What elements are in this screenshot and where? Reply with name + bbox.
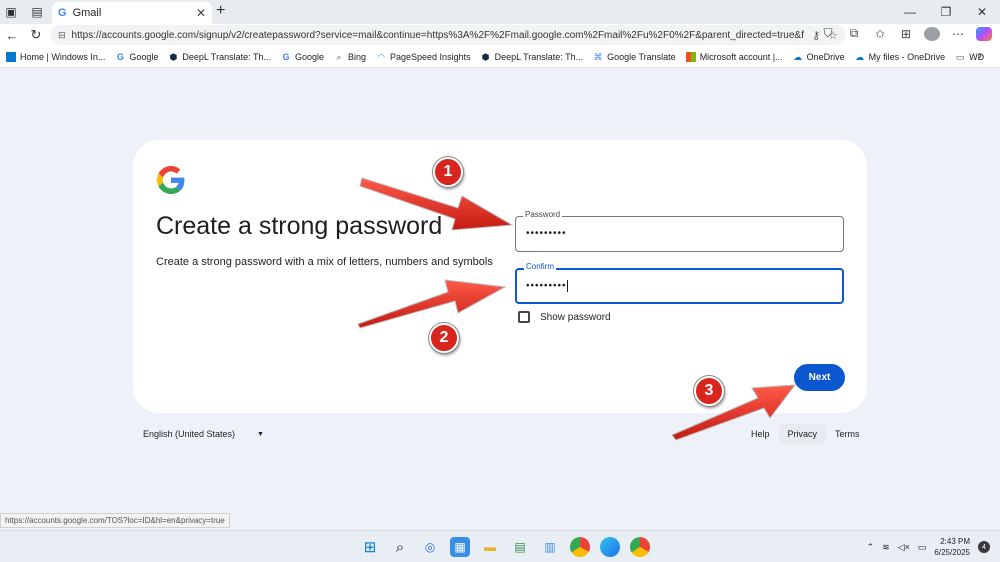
show-password-label: Show password [540,311,611,323]
password-field[interactable]: Password ••••••••• [515,210,844,252]
cloud-icon: ☁ [793,51,803,62]
system-tray: ⌃ ≋ ◁× ▭ 2:43 PM 6/25/2025 4 [867,536,990,558]
bookmark-item[interactable]: Microsoft account |... [685,51,783,62]
bookmark-item[interactable]: ☁ My files - OneDrive [855,51,945,62]
shield-icon[interactable]: ⛉ [820,26,836,41]
bookmark-item[interactable]: ☁ OneDrive [793,52,845,62]
maximize-icon[interactable]: ❐ [928,0,964,24]
bookmark-item[interactable]: ◠ PageSpeed Insights [376,52,471,62]
step-2-badge: 2 [429,323,459,353]
confirm-label: Confirm [524,262,557,271]
clock-time: 2:43 PM [940,537,970,546]
bookmark-item[interactable]: G Google [115,51,159,62]
edge-icon[interactable] [600,537,620,557]
bookmark-item[interactable]: G Google [281,52,324,62]
google-logo-icon [157,166,185,194]
confirm-value: ••••••••• [526,280,568,292]
back-icon[interactable]: ← [0,28,24,43]
chevron-right-icon[interactable]: › [978,50,982,62]
close-window-icon[interactable]: ✕ [964,0,1000,24]
password-label: Password [523,210,563,219]
status-bar-url: https://accounts.google.com/TOS?loc=ID&h… [0,513,230,528]
search-icon: ⌕ [336,51,342,62]
notepad-icon[interactable]: ▥ [540,537,560,557]
bookmarks-bar: Home | Windows In... G Google ⬢ DeepL Tran… [0,46,1000,68]
bookmark-item[interactable]: ⬢ DeepL Translate: Th... [481,52,584,62]
photos-icon[interactable]: ▦ [450,537,470,557]
taskbar: ⊞ ⌕ ◎ ▦ ▬ ▤ ▥ ⌃ ≋ ◁× ▭ 2:43 PM 6/25/2025… [0,530,1000,562]
page-title: Create a strong password [156,212,443,240]
chrome-icon[interactable] [630,537,650,557]
google-icon: G [116,51,124,62]
minimize-icon[interactable]: — [892,0,928,24]
language-label: English (United States) [143,429,236,439]
caret-down-icon: ▼ [257,431,264,438]
google-icon: G [282,51,290,62]
tab-title: Gmail [72,7,102,19]
url-text: https://accounts.google.com/signup/v2/cr… [71,29,805,41]
copilot-app-icon[interactable]: ◎ [420,537,440,557]
window-controls: — ❐ ✕ [892,0,1000,24]
tab-gmail[interactable]: G Gmail ✕ [52,2,212,24]
folder-icon: ▭ [955,51,965,62]
deepl-icon: ⬢ [481,51,490,62]
chevron-up-icon[interactable]: ⌃ [867,542,875,553]
show-password-checkbox[interactable] [518,311,530,323]
address-row: ← ↻ ⊟ https://accounts.google.com/signup… [0,24,1000,46]
cloud-icon: ☁ [855,51,865,62]
bookmark-item[interactable]: ⌕ Bing [334,52,366,62]
battery-icon[interactable]: ▭ [918,542,927,553]
start-icon[interactable]: ⊞ [360,537,380,557]
new-tab-button[interactable]: + [216,2,225,20]
page-subtitle: Create a strong password with a mix of l… [156,256,493,268]
profile-avatar[interactable] [924,26,940,41]
reload-icon[interactable]: ↻ [24,27,48,43]
extensions-icon[interactable]: ⧉ [846,26,862,41]
close-tab-icon[interactable]: ✕ [196,6,206,20]
site-info-icon[interactable]: ⊟ [58,30,66,41]
file-explorer-icon[interactable]: ▬ [480,537,500,557]
browser-titlebar: ▣ ▤ G Gmail ✕ + — ❐ ✕ [0,0,1000,24]
clock-date: 6/25/2025 [934,548,970,557]
wifi-icon[interactable]: ≋ [882,542,890,553]
google-icon: G [58,7,67,19]
collections-icon[interactable]: ⊞ [898,27,914,41]
copilot-icon[interactable] [976,26,992,41]
bookmark-item[interactable]: ⌘ Google Translate [593,52,676,62]
footer-links: Help Privacy Terms [742,424,869,444]
bookmark-item[interactable]: ⬢ DeepL Translate: Th... [168,52,271,62]
help-link[interactable]: Help [742,424,779,444]
text-caret [566,280,568,292]
show-password-toggle[interactable]: Show password [518,311,611,323]
translate-icon: ⌘ [593,51,603,62]
password-value: ••••••••• [526,228,567,239]
workspaces-icon[interactable]: ▣ [0,1,22,23]
more-menu-icon[interactable]: ⋯ [950,27,966,41]
terms-link[interactable]: Terms [826,424,869,444]
windows-icon [6,51,16,62]
search-icon[interactable]: ⌕ [390,537,410,557]
address-bar[interactable]: ⊟ https://accounts.google.com/signup/v2/… [50,25,846,45]
key-icon[interactable]: ⚷ [812,29,820,42]
microsoft-icon [685,51,696,62]
language-selector[interactable]: English (United States) ▼ [143,429,264,439]
step-1-badge: 1 [433,157,463,187]
taskbar-apps: ⊞ ⌕ ◎ ▦ ▬ ▤ ▥ [360,537,650,557]
pagespeed-icon: ◠ [377,51,385,62]
notification-badge[interactable]: 4 [978,541,990,553]
signup-card: Create a strong password Create a strong… [133,140,867,413]
privacy-link[interactable]: Privacy [778,424,827,444]
favorites-icon[interactable]: ✩ [872,27,888,41]
bookmark-item[interactable]: Home | Windows In... [6,51,105,62]
toolbar-right: ⛉ ⧉ ✩ ⊞ ⋯ [820,26,992,41]
confirm-field[interactable]: Confirm ••••••••• [515,262,844,304]
volume-muted-icon[interactable]: ◁× [898,542,910,553]
chrome-icon[interactable] [570,537,590,557]
deepl-icon: ⬢ [169,51,178,62]
task-manager-icon[interactable]: ▤ [510,537,530,557]
clock[interactable]: 2:43 PM 6/25/2025 [934,536,970,558]
step-3-badge: 3 [694,376,724,406]
next-button[interactable]: Next [794,364,845,391]
vertical-tabs-icon[interactable]: ▤ [26,1,48,23]
